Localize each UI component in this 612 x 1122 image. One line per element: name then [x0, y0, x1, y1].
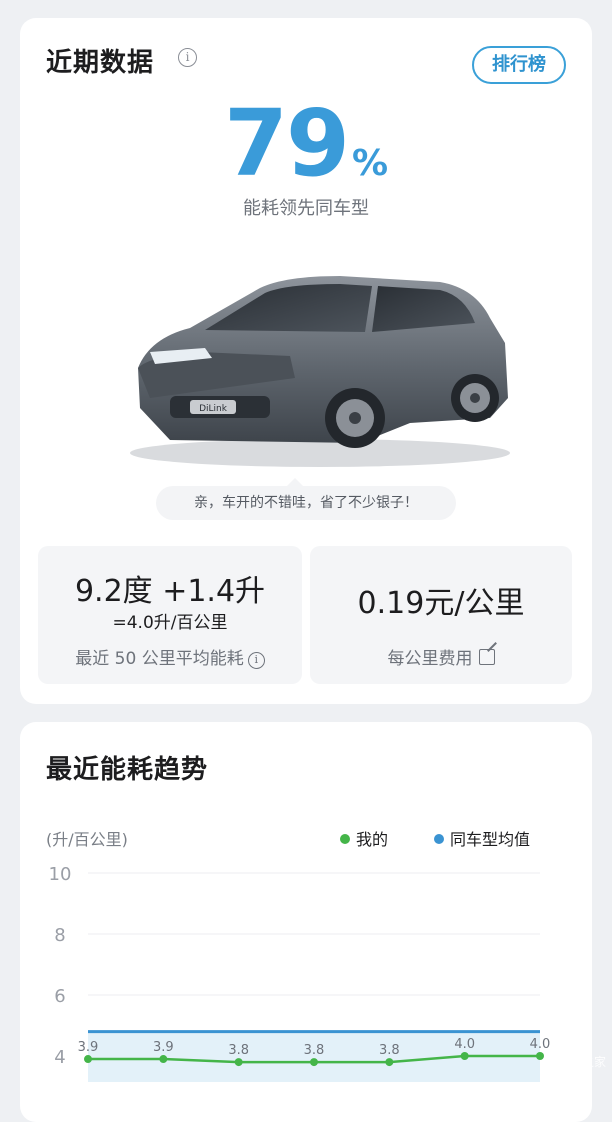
percent-value: 79 — [224, 90, 348, 197]
watermark: 汽车之家 — [558, 1053, 606, 1070]
info-icon[interactable]: i — [248, 652, 265, 669]
mine-data-label: 3.9 — [153, 1040, 174, 1055]
energy-lead-percent: 79% — [20, 90, 592, 197]
legend-mine: 我的 — [340, 826, 388, 850]
mine-data-point — [159, 1055, 167, 1063]
trend-title: 最近能耗趋势 — [46, 749, 208, 786]
legend-mine-label: 我的 — [356, 830, 388, 849]
mine-data-point — [84, 1055, 92, 1063]
mine-data-label: 4.0 — [454, 1037, 475, 1052]
mine-data-point — [235, 1058, 243, 1066]
trend-card: 最近能耗趋势 (升/百公里) 我的 同车型均值 10 8 6 4 3.9 3.9 3.8 3.… — [20, 722, 592, 1122]
legend-avg: 同车型均值 — [434, 826, 530, 850]
cost-per-km-value: 0.19元/公里 — [310, 578, 572, 622]
mine-data-label: 3.9 — [78, 1040, 99, 1055]
avg-consumption-caption[interactable]: 最近 50 公里平均能耗 i — [38, 644, 302, 669]
chart-unit-label: (升/百公里) — [46, 826, 128, 850]
cost-per-km-caption[interactable]: 每公里费用 — [310, 644, 572, 669]
percent-sign: % — [352, 143, 388, 184]
y-tick-label: 4 — [54, 1047, 65, 1068]
car-image: DiLink — [110, 248, 510, 478]
car-plate-text: DiLink — [199, 404, 228, 414]
info-icon[interactable]: i — [178, 48, 197, 67]
cost-per-km-caption-text: 每公里费用 — [388, 649, 473, 669]
mine-data-point — [310, 1058, 318, 1066]
y-tick-label: 6 — [54, 986, 65, 1007]
legend-dot-mine — [340, 834, 350, 844]
encouragement-bubble: 亲，车开的不错哇，省了不少银子！ — [156, 486, 456, 520]
mine-data-label: 4.0 — [530, 1037, 551, 1052]
mine-data-point — [385, 1058, 393, 1066]
legend-dot-avg — [434, 834, 444, 844]
avg-consumption-box: 9.2度 +1.4升 =4.0升/百公里 最近 50 公里平均能耗 i — [38, 546, 302, 684]
recent-data-card: 近期数据 i 排行榜 79% 能耗领先同车型 DiLink — [20, 18, 592, 704]
recent-data-title: 近期数据 — [46, 42, 154, 79]
y-tick-label: 10 — [49, 864, 72, 885]
ranking-button[interactable]: 排行榜 — [472, 46, 566, 84]
mine-data-label: 3.8 — [228, 1043, 249, 1058]
mine-data-point — [536, 1052, 544, 1060]
mine-data-label: 3.8 — [379, 1043, 400, 1058]
avg-consumption-caption-text: 最近 50 公里平均能耗 — [75, 649, 243, 669]
mine-data-label: 3.8 — [304, 1043, 325, 1058]
percent-caption: 能耗领先同车型 — [20, 194, 592, 220]
avg-consumption-converted: =4.0升/百公里 — [38, 608, 302, 633]
cost-per-km-box: 0.19元/公里 每公里费用 — [310, 546, 572, 684]
trend-chart: 10 8 6 4 3.9 3.9 3.8 3.8 3.8 4.0 4.0 — [20, 852, 592, 1082]
edit-icon[interactable] — [479, 649, 495, 665]
mine-data-point — [461, 1052, 469, 1060]
avg-consumption-value: 9.2度 +1.4升 — [38, 566, 302, 610]
y-tick-label: 8 — [54, 925, 65, 946]
legend-avg-label: 同车型均值 — [450, 830, 530, 849]
